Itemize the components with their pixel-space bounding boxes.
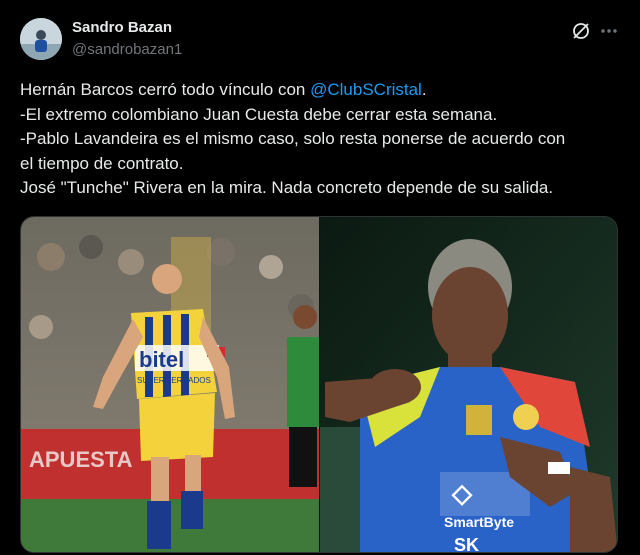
more-horizontal-icon[interactable] xyxy=(598,20,620,42)
avatar[interactable] xyxy=(20,18,62,60)
tweet-line-4: el tiempo de contrato. xyxy=(20,153,184,173)
tweet-line-1-suffix: . xyxy=(421,80,427,99)
grok-slash-circle-icon[interactable] xyxy=(570,20,592,42)
user-avatar-image xyxy=(20,18,62,60)
tweet-line-3: -Pablo Lavandeira es el mismo caso, solo… xyxy=(20,129,566,148)
tweet-line-1: Hernán Barcos cerró todo vínculo con @Cl… xyxy=(20,78,620,103)
right-jersey-sponsor: SmartByte xyxy=(444,514,514,530)
left-jersey-sponsor: bitel xyxy=(139,347,184,372)
photo-right[interactable]: ◇ SmartByte SK xyxy=(320,217,617,552)
banner-text: APUESTA xyxy=(29,447,133,472)
author-name[interactable]: Sandro Bazan xyxy=(72,19,172,36)
tweet-text: Hernán Barcos cerró todo vínculo con @Cl… xyxy=(20,78,620,201)
tweet-line-5: José "Tunche" Rivera en la mira. Nada co… xyxy=(20,178,554,197)
tweet: Sandro Bazan @sandrobazan1 Hernán Barcos… xyxy=(0,0,640,555)
player-photo-left: APUESTA bitel SUPERMERCADOS xyxy=(21,217,319,552)
photo-left[interactable]: APUESTA bitel SUPERMERCADOS xyxy=(21,217,319,552)
player-photo-right: ◇ SmartByte SK xyxy=(320,217,617,552)
author-handle[interactable]: @sandrobazan1 xyxy=(72,41,182,58)
tweet-line-1-prefix: Hernán Barcos cerró todo vínculo con xyxy=(20,80,311,99)
tweet-line-2: -El extremo colombiano Juan Cuesta debe … xyxy=(20,104,498,124)
left-jersey-sub: SUPERMERCADOS xyxy=(137,376,211,385)
media-grid: APUESTA bitel SUPERMERCADOS ◇ SmartByte … xyxy=(20,216,618,553)
right-jersey-sub: SK xyxy=(454,535,479,552)
mention-link[interactable]: @ClubSCristal xyxy=(310,80,422,99)
svg-text:◇: ◇ xyxy=(451,478,473,508)
